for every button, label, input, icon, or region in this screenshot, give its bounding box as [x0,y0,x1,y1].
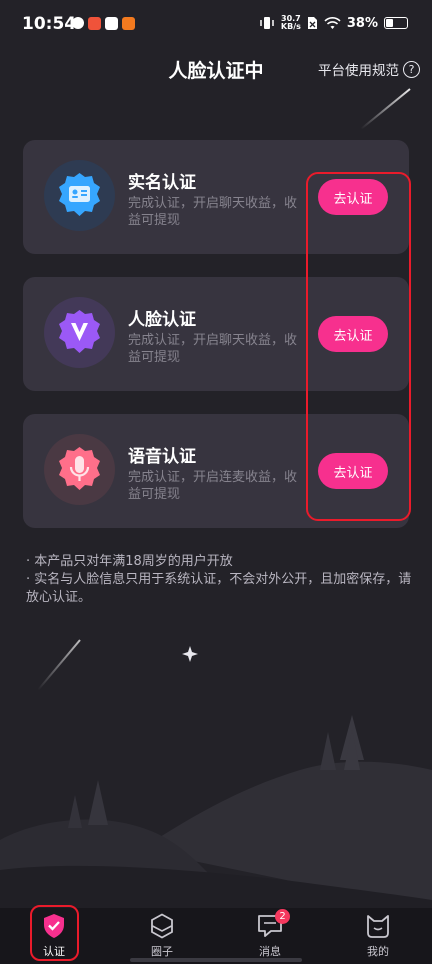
platform-rules-label: 平台使用规范 [318,63,399,79]
hexagon-icon [148,913,176,939]
help-icon: ? [403,60,420,78]
id-card-icon [44,160,115,231]
status-bar: 10:54 30.7 KB/s 38% [0,0,432,50]
tab-label: 消息 [259,945,281,958]
home-indicator[interactable] [130,958,302,962]
battery-fill [386,19,394,27]
notice-text: · 本产品只对年满18周岁的用户开放 · 实名与人脸信息只用于系统认证，不会对外… [26,553,416,607]
card-description: 完成认证，开启聊天收益，收益可提现 [128,333,298,365]
card-title: 实名认证 [128,173,196,193]
shooting-star-decoration [360,88,411,130]
card-title: 人脸认证 [128,310,196,330]
tab-label: 我的 [367,945,389,958]
status-right: 30.7 KB/s 38% [259,15,408,31]
notice-line: · 本产品只对年满18周岁的用户开放 [26,554,233,569]
notification-icons [72,17,135,30]
battery-icon [384,17,408,29]
tab-messages[interactable]: 2 消息 [216,908,324,964]
battery-percent: 38% [346,15,378,31]
night-landscape-decoration [0,639,432,910]
card-description: 完成认证，开启连麦收益，收益可提现 [128,470,298,502]
app-notification-icon [88,17,101,30]
vibrate-icon [260,17,274,29]
card-description: 完成认证，开启聊天收益，收益可提现 [128,196,298,228]
wifi-icon [324,16,341,29]
microphone-icon [44,434,115,505]
card-title: 语音认证 [128,447,196,467]
tab-mine[interactable]: 我的 [324,908,432,964]
status-time: 10:54 [22,14,77,34]
tab-circle[interactable]: 圈子 [108,908,216,964]
highlight-outline-buttons [306,172,411,521]
unread-badge: 2 [275,909,290,924]
chat-icon: 2 [256,909,290,939]
app-notification-icon [122,17,135,30]
notice-line: · 实名与人脸信息只用于系统认证，不会对外公开，且加密保存，请放心认证。 [26,572,412,605]
mail-icon [105,17,118,30]
v-badge-icon [44,297,115,368]
no-sim-icon [307,17,317,29]
net-speed: 30.7 KB/s [281,15,301,31]
platform-rules-link[interactable]: 平台使用规范 ? [318,59,420,79]
tab-label: 圈子 [151,945,173,958]
cat-face-icon [364,913,392,939]
net-speed-unit: KB/s [280,22,301,31]
highlight-outline-tab [30,905,79,961]
app-notification-icon [72,17,84,29]
